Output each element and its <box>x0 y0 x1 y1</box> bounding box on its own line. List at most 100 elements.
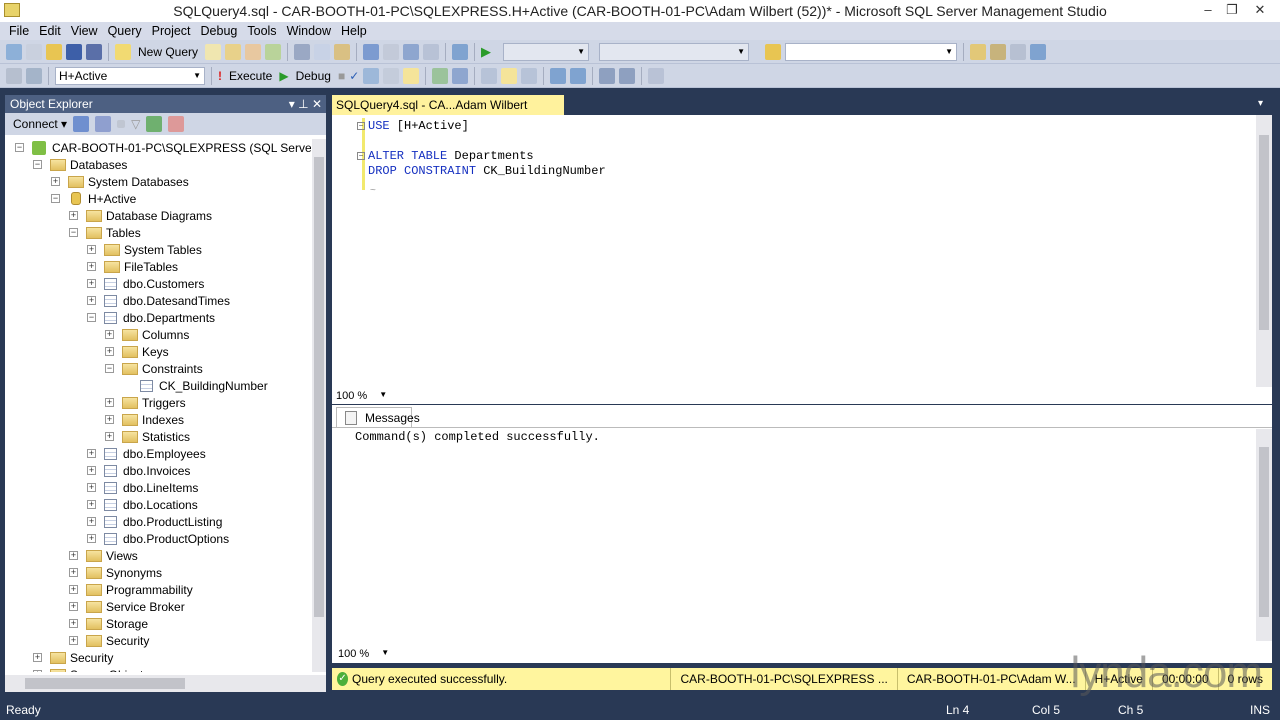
tree-node[interactable]: + Security <box>69 632 149 649</box>
execute-button[interactable]: Execute <box>226 69 275 83</box>
undo-icon[interactable] <box>363 43 380 60</box>
results-grid-icon[interactable] <box>501 67 518 84</box>
tree-node[interactable]: + System Databases <box>51 173 189 190</box>
summary-icon[interactable] <box>168 116 185 132</box>
expand-icon[interactable]: + <box>69 585 78 594</box>
tree-node[interactable]: − CAR-BOOTH-01-PC\SQLEXPRESS (SQL Server … <box>15 139 311 156</box>
tree-node[interactable]: + Views <box>69 547 138 564</box>
save-icon[interactable] <box>66 43 82 60</box>
collapse-icon[interactable]: − <box>69 228 78 237</box>
close-panel-icon[interactable]: ✕ <box>312 97 322 111</box>
menu-help[interactable]: Help <box>337 22 373 40</box>
find-dropdown[interactable]: ▼ <box>785 42 958 61</box>
stop-icon[interactable] <box>117 120 126 128</box>
debug-button[interactable]: Debug <box>293 69 334 83</box>
cut-icon[interactable] <box>294 43 311 60</box>
expand-icon[interactable]: + <box>87 517 96 526</box>
expand-icon[interactable]: + <box>87 449 96 458</box>
results-zoom-dropdown[interactable]: 100 % ▼ <box>338 648 389 660</box>
add-item-icon[interactable] <box>26 43 42 60</box>
tree-horizontal-scrollbar[interactable] <box>5 675 326 692</box>
collapse-icon[interactable]: − <box>105 364 114 373</box>
dmx-query-icon[interactable] <box>245 43 262 60</box>
uncomment-icon[interactable] <box>570 67 587 84</box>
tree-vertical-scrollbar[interactable] <box>312 139 326 672</box>
dropdown-icon[interactable]: ▾ <box>289 97 295 111</box>
expand-icon[interactable]: + <box>87 500 96 509</box>
tree-node[interactable]: + Indexes <box>105 411 184 428</box>
expand-icon[interactable]: + <box>33 670 42 672</box>
properties-icon[interactable] <box>1010 43 1027 60</box>
tree-node[interactable]: CK_BuildingNumber <box>123 377 268 394</box>
registered-servers-icon[interactable] <box>970 43 987 60</box>
restore-button[interactable]: ❐ <box>1220 2 1244 18</box>
query-designer-icon[interactable] <box>383 67 400 84</box>
tree-node[interactable]: − Tables <box>69 224 141 241</box>
fold-icon[interactable]: − <box>357 122 365 130</box>
expand-icon[interactable]: + <box>87 279 96 288</box>
query-editor[interactable]: USE [H+Active] − ALTER TABLE Departments − D… <box>332 115 1272 387</box>
results-to-grid-icon[interactable] <box>403 67 420 84</box>
new-query-button[interactable]: New Query <box>135 45 201 59</box>
expand-icon[interactable]: + <box>87 296 96 305</box>
platform-dropdown[interactable]: ▼ <box>599 42 750 61</box>
expand-icon[interactable]: + <box>87 483 96 492</box>
editor-zoom-dropdown[interactable]: 100 % ▼ <box>336 390 387 402</box>
menu-project[interactable]: Project <box>148 22 197 40</box>
tab-list-icon[interactable]: ▾ <box>1258 98 1263 109</box>
xmla-query-icon[interactable] <box>265 43 282 60</box>
results-to-file-icon[interactable] <box>521 67 538 84</box>
display-plan-icon[interactable] <box>363 67 380 84</box>
menu-file[interactable]: File <box>5 22 35 40</box>
disconnect-icon[interactable] <box>95 116 112 132</box>
tree-node[interactable]: − H+Active <box>51 190 136 207</box>
analysis-query-icon[interactable] <box>225 43 242 60</box>
tree-node[interactable]: − Databases <box>33 156 127 173</box>
filter-icon[interactable]: ▽ <box>131 117 140 131</box>
expand-icon[interactable]: + <box>69 551 78 560</box>
tree-node[interactable]: + Storage <box>69 615 148 632</box>
include-plan-icon[interactable] <box>432 67 449 84</box>
increase-indent-icon[interactable] <box>619 67 636 84</box>
connect-engine-icon[interactable] <box>73 116 90 132</box>
toolbox-icon[interactable] <box>1030 43 1047 60</box>
expand-icon[interactable]: + <box>51 177 60 186</box>
tree-node[interactable]: + dbo.Invoices <box>87 462 190 479</box>
results-to-text-icon[interactable] <box>481 67 498 84</box>
client-stats-icon[interactable] <box>452 67 469 84</box>
tree-node[interactable]: + Programmability <box>69 581 193 598</box>
menu-edit[interactable]: Edit <box>35 22 67 40</box>
tree-node[interactable]: + Security <box>33 649 113 666</box>
activity-monitor-icon[interactable] <box>452 43 469 60</box>
tree-node[interactable]: + dbo.Customers <box>87 275 204 292</box>
cancel-query-icon[interactable]: ■ <box>338 69 345 83</box>
tab-messages[interactable]: Messages <box>336 407 420 427</box>
pin-icon[interactable]: ⊥ <box>298 97 308 111</box>
expand-icon[interactable]: + <box>105 432 114 441</box>
results-vertical-scrollbar[interactable] <box>1256 429 1272 641</box>
menu-query[interactable]: Query <box>104 22 148 40</box>
menu-view[interactable]: View <box>67 22 104 40</box>
tree-node[interactable]: + dbo.Employees <box>87 445 206 462</box>
database-dropdown[interactable]: H+Active ▼ <box>55 66 205 85</box>
tree-node[interactable]: − dbo.Departments <box>87 309 215 326</box>
collapse-icon[interactable]: − <box>87 313 96 322</box>
redo-icon[interactable] <box>383 43 400 60</box>
expand-icon[interactable]: + <box>69 602 78 611</box>
menu-debug[interactable]: Debug <box>197 22 244 40</box>
new-project-icon[interactable] <box>6 43 22 60</box>
editor-vertical-scrollbar[interactable] <box>1256 115 1272 387</box>
expand-icon[interactable]: + <box>87 262 96 271</box>
tree-node[interactable]: + Statistics <box>105 428 190 445</box>
connect-icon[interactable] <box>6 67 22 84</box>
parse-icon[interactable]: ✓ <box>349 69 359 83</box>
copy-icon[interactable] <box>314 43 331 60</box>
tree-node[interactable]: + Database Diagrams <box>69 207 212 224</box>
expand-icon[interactable]: + <box>69 211 78 220</box>
tree-node[interactable]: + FileTables <box>87 258 178 275</box>
fold-icon[interactable]: − <box>357 152 365 160</box>
expand-icon[interactable]: + <box>87 466 96 475</box>
open-file-icon[interactable] <box>46 43 62 60</box>
tree-node[interactable]: + dbo.DatesandTimes <box>87 292 230 309</box>
tree-node[interactable]: + Triggers <box>105 394 186 411</box>
